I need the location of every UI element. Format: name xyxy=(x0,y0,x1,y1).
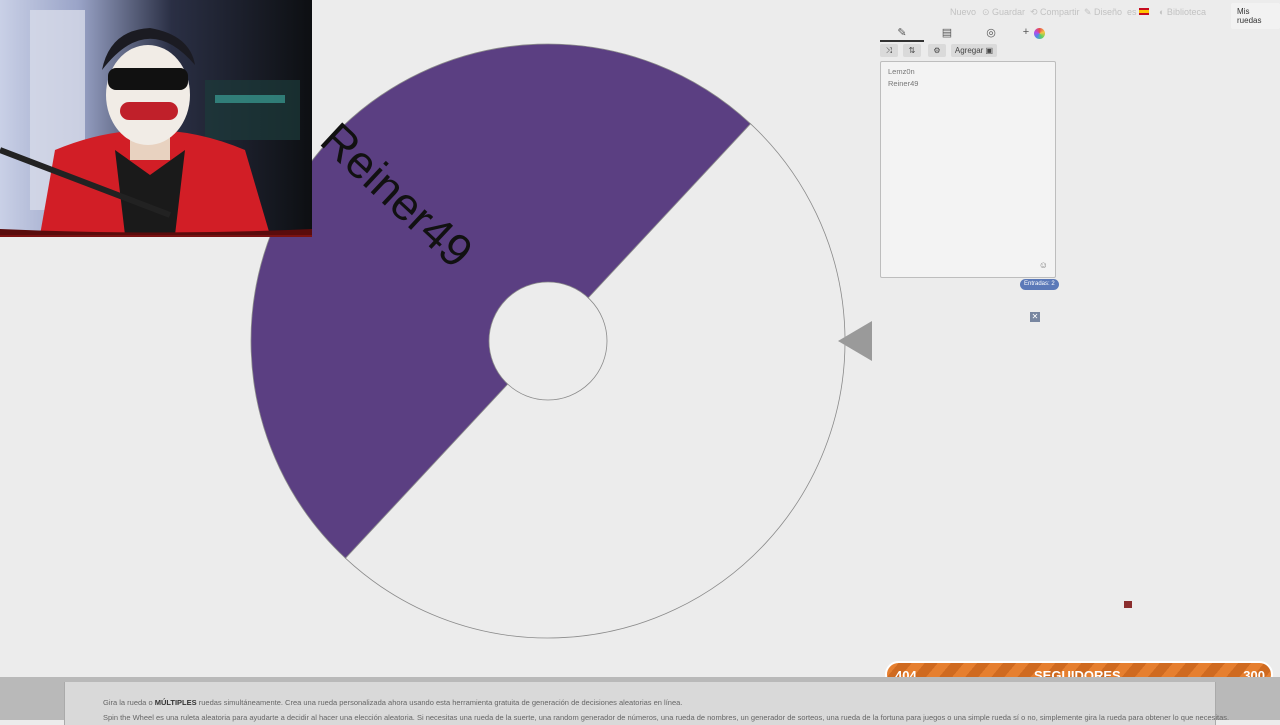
spain-flag-icon[interactable] xyxy=(1139,8,1149,15)
settings-button[interactable]: ⚙ xyxy=(928,44,946,57)
add-wheel-tab[interactable]: + xyxy=(1020,26,1032,40)
wheel-segment-0 xyxy=(250,43,752,559)
nav-language[interactable]: es xyxy=(1127,7,1137,17)
nav-new[interactable]: Nuevo xyxy=(950,7,976,17)
emoji-icon[interactable]: ☺ xyxy=(1039,260,1048,270)
page-footer: Gira la rueda o MÚLTIPLES ruedas simultá… xyxy=(0,677,1280,725)
wheel-segment-1 xyxy=(344,123,846,639)
close-icon[interactable]: ✕ xyxy=(1030,312,1040,322)
footer-intro: Gira la rueda o MÚLTIPLES ruedas simultá… xyxy=(103,698,683,707)
my-wheels-button[interactable]: Mis ruedas xyxy=(1231,3,1280,29)
nav-design[interactable]: ✎ Diseño xyxy=(1084,7,1122,18)
results-tab-clipboard-icon[interactable]: ▤ xyxy=(936,26,958,40)
webcam-overlay xyxy=(0,0,312,237)
nav-share[interactable]: ⟲ Compartir xyxy=(1030,7,1080,18)
nav-save[interactable]: ⊙ Guardar xyxy=(982,7,1025,18)
panel-tabs: ✎ ▤ ◎ + xyxy=(880,26,1056,42)
color-palette-icon[interactable] xyxy=(1034,28,1045,39)
hide-tab-eye-hidden-icon[interactable]: ◎ xyxy=(980,26,1002,40)
entries-textarea[interactable]: Lemz0n Reiner49 ☺ xyxy=(880,61,1056,278)
footer-description: Spin the Wheel es una ruleta aleatoria p… xyxy=(103,713,1230,722)
wheel-label-1: Reiner49 xyxy=(311,112,483,277)
entry-line: Reiner49 xyxy=(888,79,919,88)
entry-line: Lemz0n xyxy=(888,67,915,76)
edit-tab-pencil-icon[interactable]: ✎ xyxy=(880,26,924,42)
wheel-pointer-icon xyxy=(838,321,872,361)
footer-content: Gira la rueda o MÚLTIPLES ruedas simultá… xyxy=(64,682,1229,725)
small-widget-icon xyxy=(1124,601,1132,608)
wheel-label-0: Lemz0n xyxy=(621,412,776,562)
entries-count-badge: Entradas: 2 xyxy=(1020,279,1059,290)
entries-toolbar: ⤨ ⇅ ⚙ Agregar ▣ xyxy=(880,44,1056,58)
nav-library[interactable]: ◐ Biblioteca xyxy=(1159,7,1206,17)
add-image-button[interactable]: Agregar ▣ xyxy=(951,44,997,57)
shuffle-button[interactable]: ⤨ xyxy=(880,44,898,57)
streamer-video xyxy=(0,0,312,235)
sort-button[interactable]: ⇅ xyxy=(903,44,921,57)
wheel-hub[interactable] xyxy=(488,281,608,401)
